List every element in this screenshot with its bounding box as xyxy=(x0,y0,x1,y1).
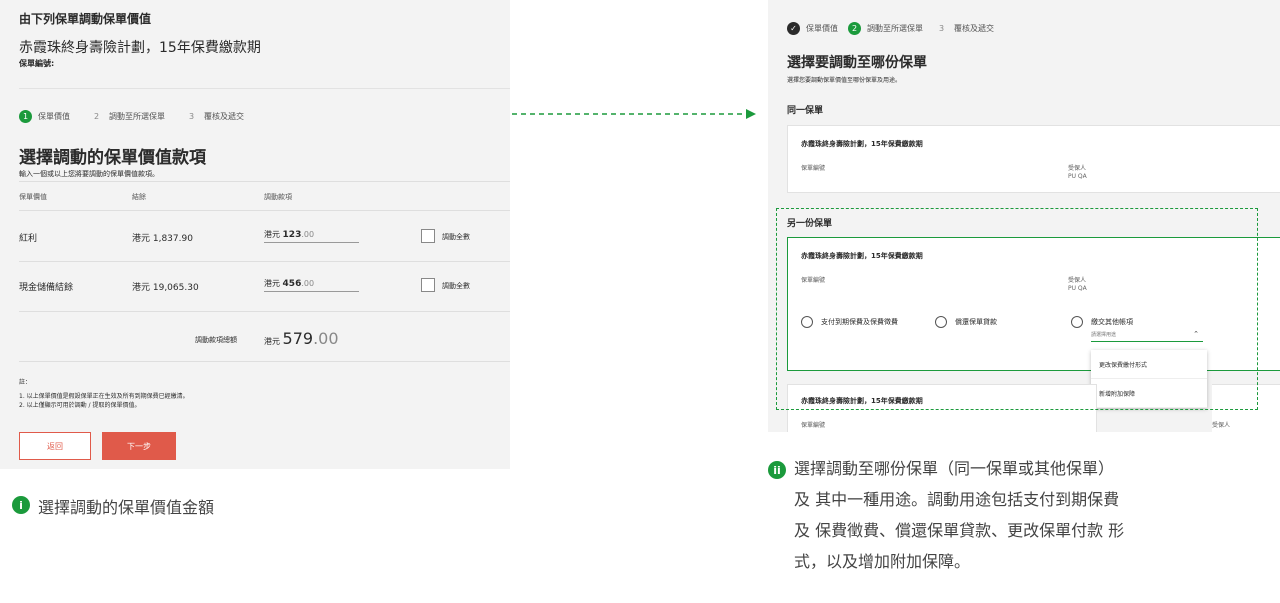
divider xyxy=(19,311,510,312)
notes: 註： 1. 以上保單價值是假設保單正在生效及所有到期保費已經繳清。 2. 以上僅… xyxy=(19,378,189,410)
transfer-all-checkbox[interactable] xyxy=(421,278,435,292)
step-label: 保單價值 xyxy=(38,112,70,121)
step-label: 調動至所選保單 xyxy=(867,24,923,33)
amount-value: 123 xyxy=(282,230,302,240)
transfer-all-label: 調動全數 xyxy=(442,282,470,290)
step-number: 3 xyxy=(188,112,195,121)
step-2: 2 調動至所選保單 xyxy=(848,22,923,35)
divider xyxy=(19,210,510,211)
step-number: 2 xyxy=(848,22,861,35)
policy-number-label: 保單編號 xyxy=(801,165,826,172)
total-label: 調動款項總額 xyxy=(195,336,237,344)
divider xyxy=(19,261,510,262)
divider xyxy=(19,88,510,89)
page-heading: 選擇要調動至哪份保單 xyxy=(787,55,927,71)
caption-line: 選擇調動至哪份保單（同一保單或其他保單） xyxy=(794,459,1115,478)
step-number: 3 xyxy=(938,24,945,33)
page-heading: 選擇調動的保單價值款項 xyxy=(19,148,206,168)
policy-number-label: 保單編號: xyxy=(19,59,55,68)
row-label: 現金儲備結餘 xyxy=(19,283,74,293)
page-subheading: 輸入一個或以上您將要調動的保單價值款項。 xyxy=(19,170,159,178)
info-badge-icon: ii xyxy=(768,461,786,479)
notes-title: 註： xyxy=(19,379,32,386)
transfer-all-checkbox[interactable] xyxy=(421,229,435,243)
transfer-all-label: 調動全數 xyxy=(442,233,470,241)
same-policy-title: 同一保單 xyxy=(787,106,824,116)
step-label: 保單價值 xyxy=(806,24,838,33)
highlight-dashed-box xyxy=(776,208,1258,410)
row-balance: 港元 19,065.30 xyxy=(132,283,199,293)
step-number: 1 xyxy=(19,110,32,123)
note-item: 2. 以上僅顯示可用於調動 / 提取的保單價值。 xyxy=(19,402,141,409)
caption-left: i 選擇調動的保單價值金額 xyxy=(12,494,214,518)
caption-text: 選擇調動的保單價值金額 xyxy=(38,498,215,517)
amount-input[interactable]: 港元 456.00 xyxy=(264,278,359,292)
back-button[interactable]: 返回 xyxy=(19,432,91,460)
step-3: 3 覆核及遞交 xyxy=(935,22,994,35)
page-subheading: 選擇您要調動保單價值至哪份保單及用途。 xyxy=(787,77,902,84)
info-badge-icon: i xyxy=(12,496,30,514)
caption-right: ii 選擇調動至哪份保單（同一保單或其他保單） 及 其中一種用途。調動用途包括支… xyxy=(768,459,1124,577)
column-header-value: 保單價值 xyxy=(19,193,47,201)
insured-value: PU QA xyxy=(1068,173,1087,180)
insured-label: 受保人 xyxy=(1212,422,1231,429)
step-3: 3 覆核及遞交 xyxy=(185,110,244,123)
card-plan-name: 赤霞珠終身壽險計劃，15年保費繳款期 xyxy=(801,140,923,148)
step-2: 2 調動至所選保單 xyxy=(90,110,165,123)
step-label: 調動至所選保單 xyxy=(109,112,165,121)
caption-line: 式，以及增加附加保障。 xyxy=(794,552,971,571)
amount-input[interactable]: 港元 123.00 xyxy=(264,229,359,243)
total-value: 579 xyxy=(282,329,314,348)
section-title: 由下列保單調動保單價值 xyxy=(19,12,152,26)
left-screenshot-panel: 由下列保單調動保單價值 赤霞珠終身壽險計劃，15年保費繳款期 保單編號: 1 保… xyxy=(0,0,510,469)
caption-text: 選擇調動至哪份保單（同一保單或其他保單） 及 其中一種用途。調動用途包括支付到期… xyxy=(794,453,1124,577)
column-header-amount: 調動款項 xyxy=(264,193,292,201)
next-button[interactable]: 下一步 xyxy=(102,432,176,460)
divider xyxy=(19,181,510,182)
currency-label: 港元 xyxy=(264,279,280,288)
step-1: ✓ 保單價值 xyxy=(787,22,838,35)
step-1: 1 保單價值 xyxy=(19,110,70,123)
currency-label: 港元 xyxy=(264,230,280,239)
amount-value: 456 xyxy=(282,279,302,289)
right-screenshot-panel: ✓ 保單價值 2 調動至所選保單 3 覆核及遞交 選擇要調動至哪份保單 選擇您要… xyxy=(768,0,1280,432)
divider xyxy=(19,361,510,362)
dashed-arrow-icon xyxy=(512,109,756,119)
step-label: 覆核及遞交 xyxy=(954,24,994,33)
note-item: 1. 以上保單價值是假設保單正在生效及所有到期保費已經繳清。 xyxy=(19,393,189,400)
plan-name: 赤霞珠終身壽險計劃，15年保費繳款期 xyxy=(19,40,261,56)
currency-label: 港元 xyxy=(264,337,280,346)
row-balance: 港元 1,837.90 xyxy=(132,234,193,244)
insured-label: 受保人 xyxy=(1068,165,1087,172)
policy-number-label: 保單編號 xyxy=(801,422,826,429)
amount-decimals: .00 xyxy=(301,230,315,239)
check-icon: ✓ xyxy=(787,22,800,35)
caption-line: 及 其中一種用途。調動用途包括支付到期保費 xyxy=(794,490,1120,509)
policy-card[interactable]: 赤霞珠終身壽險計劃，15年保費繳款期 保單編號 受保人 PU QA xyxy=(787,125,1280,193)
caption-line: 及 保費徵費、償還保單貸款、更改保單付款 形 xyxy=(794,521,1125,540)
total-decimals: .00 xyxy=(313,329,339,348)
amount-decimals: .00 xyxy=(301,279,315,288)
step-label: 覆核及遞交 xyxy=(204,112,244,121)
row-label: 紅利 xyxy=(19,234,38,244)
total-amount: 港元 579.00 xyxy=(264,329,339,348)
step-number: 2 xyxy=(93,112,100,121)
column-header-balance: 結餘 xyxy=(132,193,146,201)
